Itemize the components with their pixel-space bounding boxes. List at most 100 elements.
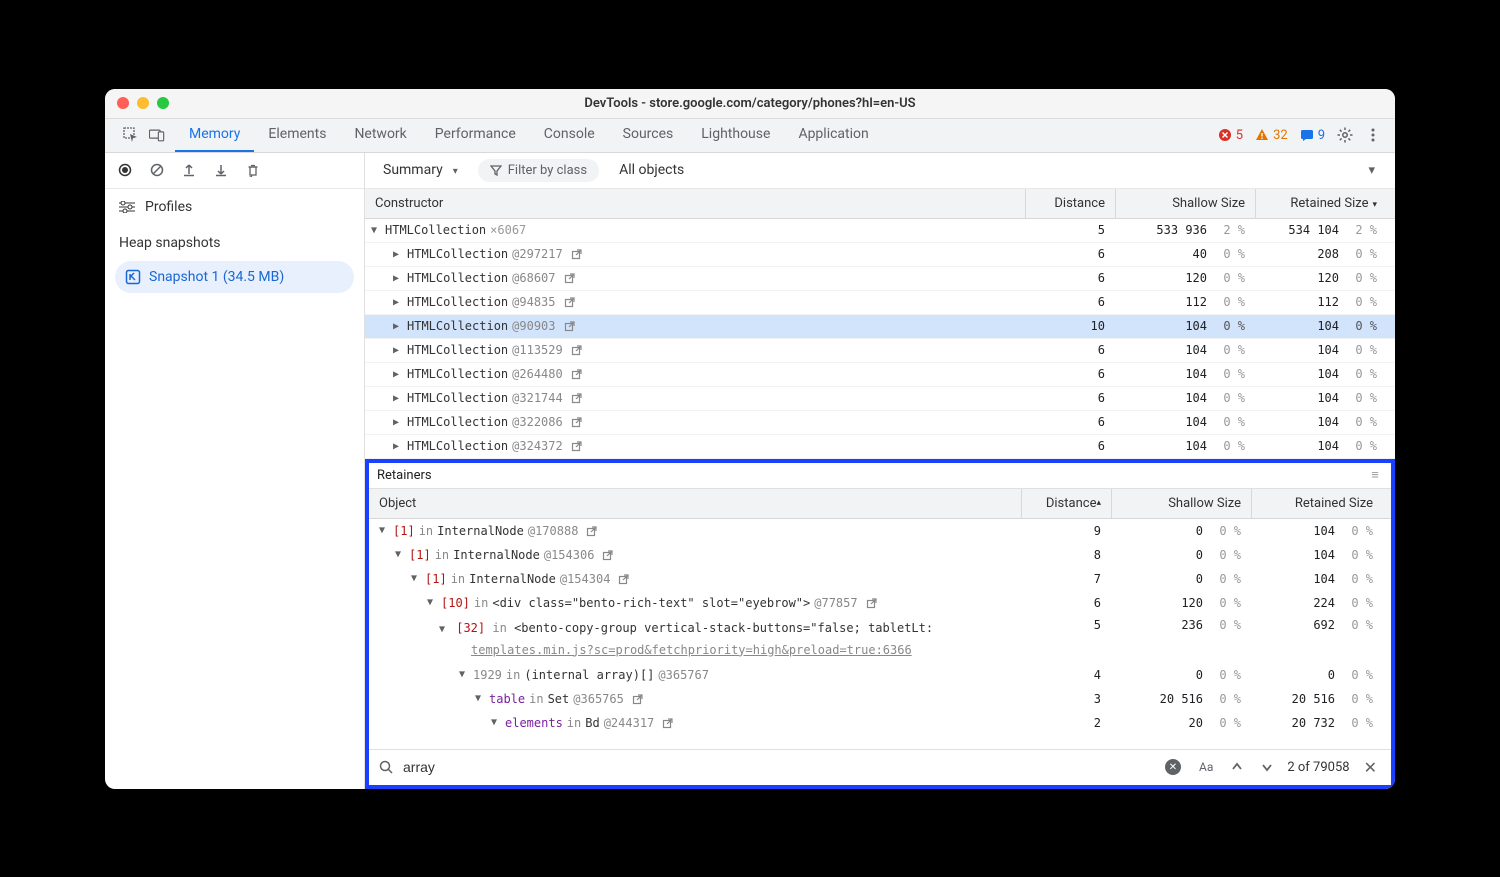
search-icon — [379, 760, 393, 774]
filter-icon — [490, 164, 502, 176]
more-icon[interactable] — [1365, 127, 1381, 143]
minimize-window-button[interactable] — [137, 97, 149, 109]
save-icon[interactable] — [213, 162, 229, 178]
table-row[interactable]: ▶ HTMLCollection @94835 6 1120 % 1120 % — [365, 291, 1395, 315]
retainers-title: Retainers ≡ — [369, 463, 1391, 489]
popout-icon[interactable] — [564, 320, 576, 332]
popout-icon[interactable] — [571, 368, 583, 380]
traffic-lights — [117, 97, 169, 109]
popout-icon[interactable] — [618, 573, 630, 585]
clear-icon[interactable] — [149, 162, 165, 178]
table-header: Constructor Distance Shallow Size Retain… — [365, 189, 1395, 219]
scope-dropdown[interactable]: All objects — [611, 158, 692, 182]
match-case-button[interactable]: Aa — [1195, 758, 1217, 776]
popout-icon[interactable] — [602, 549, 614, 561]
gc-icon[interactable] — [245, 162, 261, 178]
scope-chevron[interactable]: ▾ — [1368, 163, 1385, 178]
table-row[interactable]: ▶ HTMLCollection @264480 6 1040 % 1040 % — [365, 363, 1395, 387]
retainers-table[interactable]: ▼ [1] in InternalNode @170888 9 00 % 104… — [369, 519, 1391, 749]
col-distance[interactable]: Distance — [1025, 189, 1115, 218]
retainer-row[interactable]: ▼ 1929 in (internal array)[] @365767 4 0… — [369, 663, 1391, 687]
popout-icon[interactable] — [571, 344, 583, 356]
retainer-row[interactable]: ▼ [32] in <bento-copy-group vertical-sta… — [369, 615, 1391, 663]
tab-sources[interactable]: Sources — [609, 118, 688, 152]
match-count: 2 of 79058 — [1287, 760, 1349, 775]
heap-snapshot-icon — [125, 269, 141, 285]
titlebar: DevTools - store.google.com/category/pho… — [105, 89, 1395, 119]
filterbar: Summary Filter by class All objects ▾ — [365, 153, 1395, 189]
profiles-label: Profiles — [145, 199, 192, 215]
settings-icon[interactable] — [1337, 127, 1353, 143]
retainer-row[interactable]: ▼ table in Set @365765 3 20 5160 % 20 51… — [369, 687, 1391, 711]
retainer-row[interactable]: ▼ [1] in InternalNode @170888 9 00 % 104… — [369, 519, 1391, 543]
table-row[interactable]: ▶ HTMLCollection @321744 6 1040 % 1040 % — [365, 387, 1395, 411]
prev-match-button[interactable] — [1227, 759, 1247, 775]
col-distance-r[interactable]: Distance▴ — [1021, 489, 1111, 518]
tab-network[interactable]: Network — [340, 118, 420, 152]
popout-icon[interactable] — [571, 392, 583, 404]
issues-count[interactable]: 9 — [1300, 128, 1325, 143]
maximize-window-button[interactable] — [157, 97, 169, 109]
col-constructor[interactable]: Constructor — [365, 196, 1025, 211]
table-row[interactable]: ▶ HTMLCollection @324372 6 1040 % 1040 % — [365, 435, 1395, 459]
tabs-container: MemoryElementsNetworkPerformanceConsoleS… — [175, 118, 883, 152]
table-row[interactable]: ▶ HTMLCollection @68607 6 1200 % 1200 % — [365, 267, 1395, 291]
retainers-menu-icon[interactable]: ≡ — [1367, 467, 1383, 483]
snapshot-item[interactable]: Snapshot 1 (34.5 MB) — [115, 261, 354, 293]
status-area: 5 32 9 — [1218, 127, 1387, 143]
sliders-icon — [119, 201, 135, 213]
load-icon[interactable] — [181, 162, 197, 178]
col-retained[interactable]: Retained Size — [1255, 189, 1395, 218]
popout-icon[interactable] — [571, 440, 583, 452]
table-row[interactable]: ▶ HTMLCollection @322086 6 1040 % 1040 % — [365, 411, 1395, 435]
retainer-row[interactable]: ▼ [10] in <div class="bento-rich-text" s… — [369, 591, 1391, 615]
popout-icon[interactable] — [564, 296, 576, 308]
col-retained-r[interactable]: Retained Size — [1251, 489, 1391, 518]
device-toggle-icon[interactable] — [149, 127, 165, 143]
tab-memory[interactable]: Memory — [175, 118, 254, 152]
heap-snapshots-label: Heap snapshots — [105, 221, 364, 253]
sidebar: Profiles Heap snapshots Snapshot 1 (34.5… — [105, 153, 365, 789]
warning-count[interactable]: 32 — [1255, 128, 1288, 143]
popout-icon[interactable] — [866, 597, 878, 609]
search-bar: ✕ Aa 2 of 79058 ✕ — [369, 749, 1391, 785]
main-panel: Summary Filter by class All objects ▾ Co… — [365, 153, 1395, 789]
tab-elements[interactable]: Elements — [254, 118, 340, 152]
retainer-row[interactable]: ▼ [1] in InternalNode @154306 8 00 % 104… — [369, 543, 1391, 567]
table-row[interactable]: ▶ HTMLCollection @297217 6 400 % 2080 % — [365, 243, 1395, 267]
close-search-button[interactable]: ✕ — [1360, 756, 1381, 779]
table-row[interactable]: ▶ HTMLCollection @113529 6 1040 % 1040 % — [365, 339, 1395, 363]
tab-performance[interactable]: Performance — [421, 118, 530, 152]
next-match-button[interactable] — [1257, 759, 1277, 775]
search-input[interactable] — [403, 759, 1151, 775]
retainer-row[interactable]: ▼ elements in Bd @244317 2 200 % 20 7320… — [369, 711, 1391, 735]
tab-lighthouse[interactable]: Lighthouse — [687, 118, 784, 152]
popout-icon[interactable] — [564, 272, 576, 284]
popout-icon[interactable] — [662, 717, 674, 729]
table-row-group[interactable]: ▼ HTMLCollection ×6067 5 533 9362 % 534 … — [365, 219, 1395, 243]
object-table[interactable]: ▼ HTMLCollection ×6067 5 533 9362 % 534 … — [365, 219, 1395, 459]
popout-icon[interactable] — [571, 248, 583, 260]
retainers-panel: Retainers ≡ Object Distance▴ Shallow Siz… — [365, 459, 1395, 789]
retainer-row[interactable]: ▼ [1] in InternalNode @154304 7 00 % 104… — [369, 567, 1391, 591]
popout-icon[interactable] — [586, 525, 598, 537]
col-shallow[interactable]: Shallow Size — [1115, 189, 1255, 218]
retainers-header: Object Distance▴ Shallow Size Retained S… — [369, 489, 1391, 519]
summary-dropdown[interactable]: Summary — [375, 158, 466, 182]
clear-search-button[interactable]: ✕ — [1161, 757, 1185, 777]
table-row[interactable]: ▶ HTMLCollection @90903 10 1040 % 1040 % — [365, 315, 1395, 339]
error-count[interactable]: 5 — [1218, 128, 1243, 143]
inspect-icon[interactable] — [123, 127, 139, 143]
popout-icon[interactable] — [632, 693, 644, 705]
tab-console[interactable]: Console — [530, 118, 609, 152]
close-window-button[interactable] — [117, 97, 129, 109]
popout-icon[interactable] — [571, 416, 583, 428]
tab-application[interactable]: Application — [784, 118, 882, 152]
sidebar-toolbar — [105, 153, 364, 189]
profiles-section[interactable]: Profiles — [105, 189, 364, 221]
col-object[interactable]: Object — [369, 496, 1021, 511]
col-shallow-r[interactable]: Shallow Size — [1111, 489, 1251, 518]
filter-by-class[interactable]: Filter by class — [478, 159, 599, 182]
main-tabbar: MemoryElementsNetworkPerformanceConsoleS… — [105, 119, 1395, 153]
record-icon[interactable] — [117, 162, 133, 178]
